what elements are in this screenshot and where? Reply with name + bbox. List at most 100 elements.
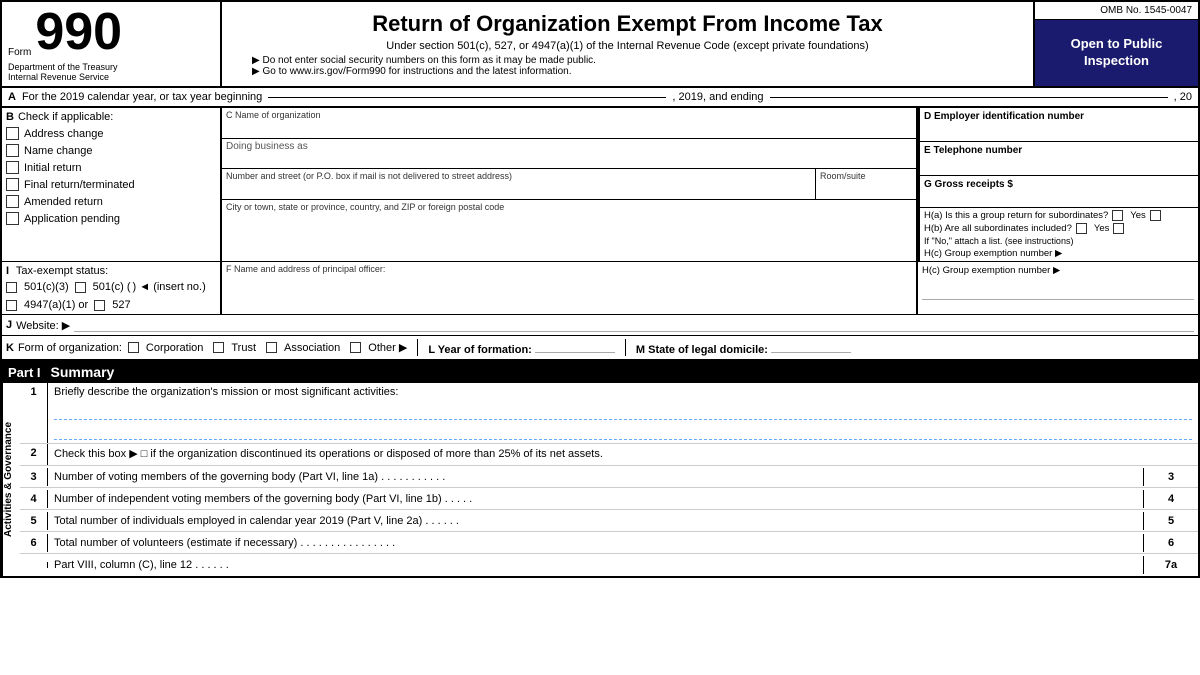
checkbox-final-return-box[interactable] <box>6 178 19 191</box>
org-name-input[interactable] <box>226 120 912 136</box>
checkbox-initial-return: Initial return <box>6 161 216 174</box>
row-num-4: 4 <box>20 490 48 508</box>
hc-label: H(c) Group exemption number ▶ <box>924 248 1194 259</box>
row-2-content: Check this box ▶ □ if the organization d… <box>48 444 1198 465</box>
row-1-text: Briefly describe the organization's miss… <box>54 386 1192 398</box>
tax-exempt-label: Tax-exempt status: <box>16 265 108 277</box>
name-address-area: C Name of organization Doing business as… <box>222 108 918 261</box>
checkbox-application-pending-box[interactable] <box>6 212 19 225</box>
city-row: City or town, state or province, country… <box>222 200 916 230</box>
open-to-public: Open to Public Inspection <box>1035 20 1198 86</box>
checkbox-527[interactable] <box>94 300 105 311</box>
row-2-text: Check this box ▶ □ if the organization d… <box>54 448 603 460</box>
row-3-content: Number of voting members of the governin… <box>48 468 1143 486</box>
form-org-label: Form of organization: <box>18 342 122 354</box>
label-501c: 501(c) ( <box>93 281 131 293</box>
row-1-input-line2[interactable] <box>54 422 1192 440</box>
website-row-label: J <box>6 319 12 331</box>
header-left: Form 990 Department of the Treasury Inte… <box>2 2 222 86</box>
e-label: E Telephone number <box>924 145 1022 156</box>
telephone-input[interactable] <box>924 156 1194 172</box>
room-label: Room/suite <box>820 171 912 181</box>
label-501c3: 501(c)(3) <box>24 281 69 293</box>
summary-label: Summary <box>51 364 115 380</box>
year-formation-cell: L Year of formation: <box>417 339 625 356</box>
section-b-left: B Check if applicable: Address change Na… <box>2 108 222 261</box>
form-label: Form <box>8 47 31 58</box>
exempt-501c3: 501(c)(3) <box>6 281 69 293</box>
checkbox-final-return: Final return/terminated <box>6 178 216 191</box>
row-3-text: Number of voting members of the governin… <box>54 471 445 483</box>
part-row-4: 4 Number of independent voting members o… <box>20 488 1198 510</box>
principal-field: F Name and address of principal officer: <box>222 262 918 314</box>
checkbox-association[interactable] <box>266 342 277 353</box>
principal-input[interactable] <box>226 274 912 304</box>
hc-group-input[interactable] <box>922 280 1194 300</box>
row-num-1: 1 <box>20 383 48 443</box>
website-input[interactable] <box>74 318 1194 332</box>
dept-line1: Department of the Treasury <box>8 62 214 72</box>
end-year: , 20 <box>1174 91 1192 103</box>
street-input[interactable] <box>226 181 811 197</box>
ha-yes-checkbox[interactable] <box>1112 210 1123 221</box>
open-public-text: Open to Public Inspection <box>1071 36 1163 70</box>
label-527: 527 <box>112 299 130 311</box>
row-5-text: Total number of individuals employed in … <box>54 515 459 527</box>
checkbox-application-pending: Application pending <box>6 212 216 225</box>
checkbox-501c3[interactable] <box>6 282 17 293</box>
label-4947: 4947(a)(1) or <box>24 299 88 311</box>
city-input[interactable] <box>226 212 912 228</box>
city-label: City or town, state or province, country… <box>226 202 912 212</box>
checkbox-4947[interactable] <box>6 300 17 311</box>
dba-input[interactable] <box>226 152 912 166</box>
hb-yes-checkbox[interactable] <box>1076 223 1087 234</box>
year-formation-input[interactable] <box>535 339 615 353</box>
amended-return-label: Amended return <box>24 196 103 208</box>
instruction1: ▶ Do not enter social security numbers o… <box>252 55 1023 66</box>
checkbox-other[interactable] <box>350 342 361 353</box>
checkbox-address-change: Address change <box>6 127 216 140</box>
row-1-input-line1[interactable] <box>54 402 1192 420</box>
checkbox-501c[interactable] <box>75 282 86 293</box>
exempt-501c: 501(c) ( ) ◄ (insert no.) <box>75 281 206 293</box>
state-domicile-input[interactable] <box>771 339 851 353</box>
row-num-5: 5 <box>20 512 48 530</box>
ha-no-checkbox[interactable] <box>1150 210 1161 221</box>
f-label: F Name and address of principal officer: <box>226 264 912 274</box>
hb-label: H(b) Are all subordinates included? <box>924 223 1072 234</box>
tax-exempt-row-label: I <box>6 265 9 277</box>
hc-group-box: H(c) Group exemption number ▶ <box>918 262 1198 314</box>
header-right: OMB No. 1545-0047 Open to Public Inspect… <box>1033 2 1198 86</box>
hb-no-checkbox[interactable] <box>1113 223 1124 234</box>
header-center: Return of Organization Exempt From Incom… <box>222 2 1033 86</box>
checkbox-address-change-box[interactable] <box>6 127 19 140</box>
org-other: Other ▶ <box>350 341 407 354</box>
part-row-2: 2 Check this box ▶ □ if the organization… <box>20 444 1198 466</box>
checkbox-name-change-box[interactable] <box>6 144 19 157</box>
checkbox-corporation[interactable] <box>128 342 139 353</box>
checkbox-name-change: Name change <box>6 144 216 157</box>
row-num-7a <box>20 562 48 568</box>
name-change-label: Name change <box>24 145 93 157</box>
sidebar-activities: Activities & Governance <box>2 383 20 576</box>
ha-line: H(a) Is this a group return for subordin… <box>924 210 1194 221</box>
checkbox-amended-return-box[interactable] <box>6 195 19 208</box>
main-title: Return of Organization Exempt From Incom… <box>232 11 1023 37</box>
form-number: 990 <box>35 6 122 58</box>
row-3-value: 3 <box>1143 468 1198 486</box>
initial-return-label: Initial return <box>24 162 81 174</box>
section-b-wrapper: B Check if applicable: Address change Na… <box>2 108 1198 262</box>
checkbox-trust[interactable] <box>213 342 224 353</box>
street-label: Number and street (or P.O. box if mail i… <box>226 171 811 181</box>
room-input[interactable] <box>820 181 912 197</box>
d-label: D Employer identification number <box>924 111 1084 122</box>
form-990: Form 990 Department of the Treasury Inte… <box>0 0 1200 578</box>
principal-row: I Tax-exempt status: 501(c)(3) 501(c) ( … <box>2 262 1198 315</box>
checkbox-initial-return-box[interactable] <box>6 161 19 174</box>
gross-receipts-input[interactable] <box>924 190 1194 204</box>
dept-info: Department of the Treasury Internal Reve… <box>8 62 214 82</box>
section-a-row: A For the 2019 calendar year, or tax yea… <box>2 88 1198 108</box>
employer-id-input[interactable] <box>924 122 1194 138</box>
section-b-label: B <box>6 111 14 123</box>
subtitle: Under section 501(c), 527, or 4947(a)(1)… <box>232 40 1023 52</box>
